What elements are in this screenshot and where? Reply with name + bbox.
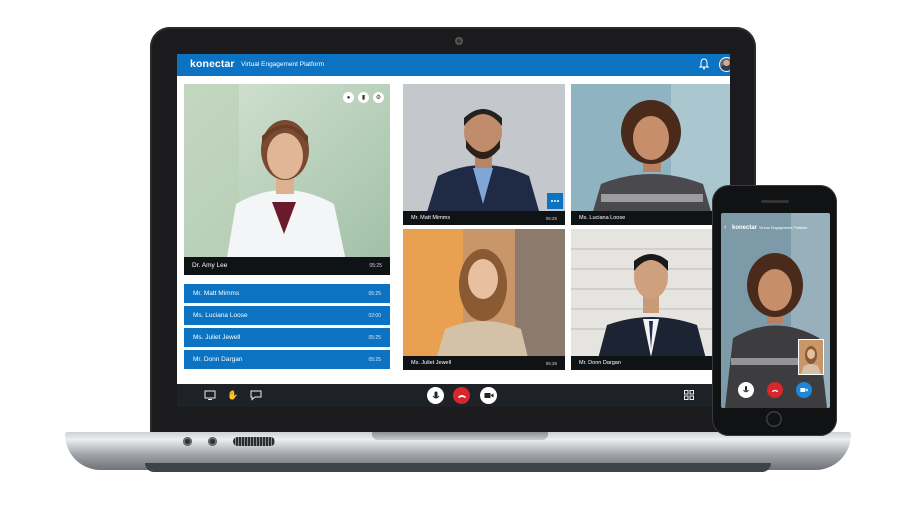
main-video-panel[interactable]: ● ▮ ⚙ Dr. Amy Lee 05:25: [184, 84, 390, 275]
participant-time: 05:25: [368, 291, 381, 297]
laptop-base-bottom: [145, 463, 771, 472]
phone-remote-video: [721, 213, 830, 408]
participant-name: Mr. Matt Mimms: [193, 290, 240, 297]
speaker-caption: Dr. Amy Lee 05:25: [184, 257, 390, 275]
speaker-time: 05:25: [369, 263, 382, 269]
panel-toolbar: ● ▮ ⚙: [343, 92, 384, 103]
participant-video: [571, 229, 730, 370]
laptop-hinge: [372, 432, 548, 440]
brand-logo: konectar: [190, 58, 235, 70]
phone-status-bar: [721, 213, 830, 221]
tile-name: Ms. Luciana Loose: [579, 215, 626, 221]
app-header: konectar Virtual Engagement Platform: [177, 54, 730, 76]
participant-list: Mr. Matt Mimms 05:25 Ms. Luciana Loose 0…: [184, 284, 390, 372]
participant-name: Ms. Luciana Loose: [193, 312, 248, 319]
home-button[interactable]: [766, 411, 782, 427]
video-tile[interactable]: Mr. Donn Dargan: [571, 229, 730, 370]
video-tile[interactable]: Ms. Juliet Jewell 05:25: [403, 229, 565, 370]
participant-video: [403, 84, 565, 225]
list-item[interactable]: Ms. Juliet Jewell 05:25: [184, 328, 390, 347]
participant-name: Mr. Donn Dargan: [193, 356, 243, 363]
webcam: [455, 37, 463, 45]
back-icon[interactable]: ‹: [724, 224, 726, 231]
self-view-image: [799, 340, 823, 374]
brand-subtitle: Virtual Engagement Platform: [241, 61, 324, 68]
tile-time: 05:25: [545, 361, 557, 366]
tile-caption: Mr. Matt Mimms 05:25: [403, 211, 565, 225]
list-item[interactable]: Ms. Luciana Loose 02:00: [184, 306, 390, 325]
list-item[interactable]: Mr. Matt Mimms 05:25: [184, 284, 390, 303]
microphone-icon[interactable]: [427, 387, 444, 404]
tile-name: Mr. Donn Dargan: [579, 360, 621, 366]
camera-icon[interactable]: [796, 382, 812, 398]
hang-up-icon[interactable]: [767, 382, 783, 398]
tile-caption: Mr. Donn Dargan: [571, 356, 730, 370]
participant-video: [403, 229, 565, 370]
tile-name: Ms. Juliet Jewell: [411, 360, 452, 366]
app-window: konectar Virtual Engagement Platform ● ▮…: [177, 54, 730, 407]
participant-time: 02:00: [368, 313, 381, 319]
person-icon[interactable]: ●: [343, 92, 354, 103]
phone-speaker: [761, 200, 789, 203]
video-tile[interactable]: Mr. Matt Mimms 05:25: [403, 84, 565, 225]
phone-header: ‹ konectar Virtual Engagement Platform: [721, 222, 830, 235]
tile-caption: Ms. Juliet Jewell 05:25: [403, 356, 565, 370]
chat-icon[interactable]: ▮: [358, 92, 369, 103]
participant-time: 05:25: [368, 335, 381, 341]
phone-brand-logo: konectar: [732, 225, 758, 231]
tile-name: Mr. Matt Mimms: [411, 215, 451, 221]
speaker-name: Dr. Amy Lee: [192, 262, 228, 269]
self-view-video[interactable]: [798, 339, 824, 375]
phone-app-window: ‹ konectar Virtual Engagement Platform: [721, 213, 830, 408]
user-avatar[interactable]: [719, 57, 730, 72]
grid-view-icon[interactable]: [683, 389, 695, 401]
participant-video: [571, 84, 730, 225]
raise-hand-icon[interactable]: ✋: [227, 389, 239, 401]
bell-icon[interactable]: [699, 58, 709, 70]
gear-icon[interactable]: ⚙: [373, 92, 384, 103]
participant-time: 05:25: [368, 357, 381, 363]
speaker-video: [184, 84, 390, 275]
phone-brand-subtitle: Virtual Engagement Platform: [759, 226, 808, 230]
call-controls: ✋: [177, 384, 730, 407]
screen-share-icon[interactable]: [204, 389, 216, 401]
tile-caption: Ms. Luciana Loose: [571, 211, 730, 225]
participant-name: Ms. Juliet Jewell: [193, 334, 241, 341]
speaker-grille: [233, 437, 275, 446]
video-tile[interactable]: Ms. Luciana Loose: [571, 84, 730, 225]
list-item[interactable]: Mr. Donn Dargan 05:25: [184, 350, 390, 369]
audio-port-icon: [183, 437, 192, 446]
microphone-icon[interactable]: [738, 382, 754, 398]
chat-icon[interactable]: [250, 389, 262, 401]
camera-icon[interactable]: [480, 387, 497, 404]
audio-port-icon: [208, 437, 217, 446]
tile-menu-icon[interactable]: [547, 193, 563, 209]
tile-time: 05:25: [545, 216, 557, 221]
hang-up-icon[interactable]: [453, 387, 470, 404]
